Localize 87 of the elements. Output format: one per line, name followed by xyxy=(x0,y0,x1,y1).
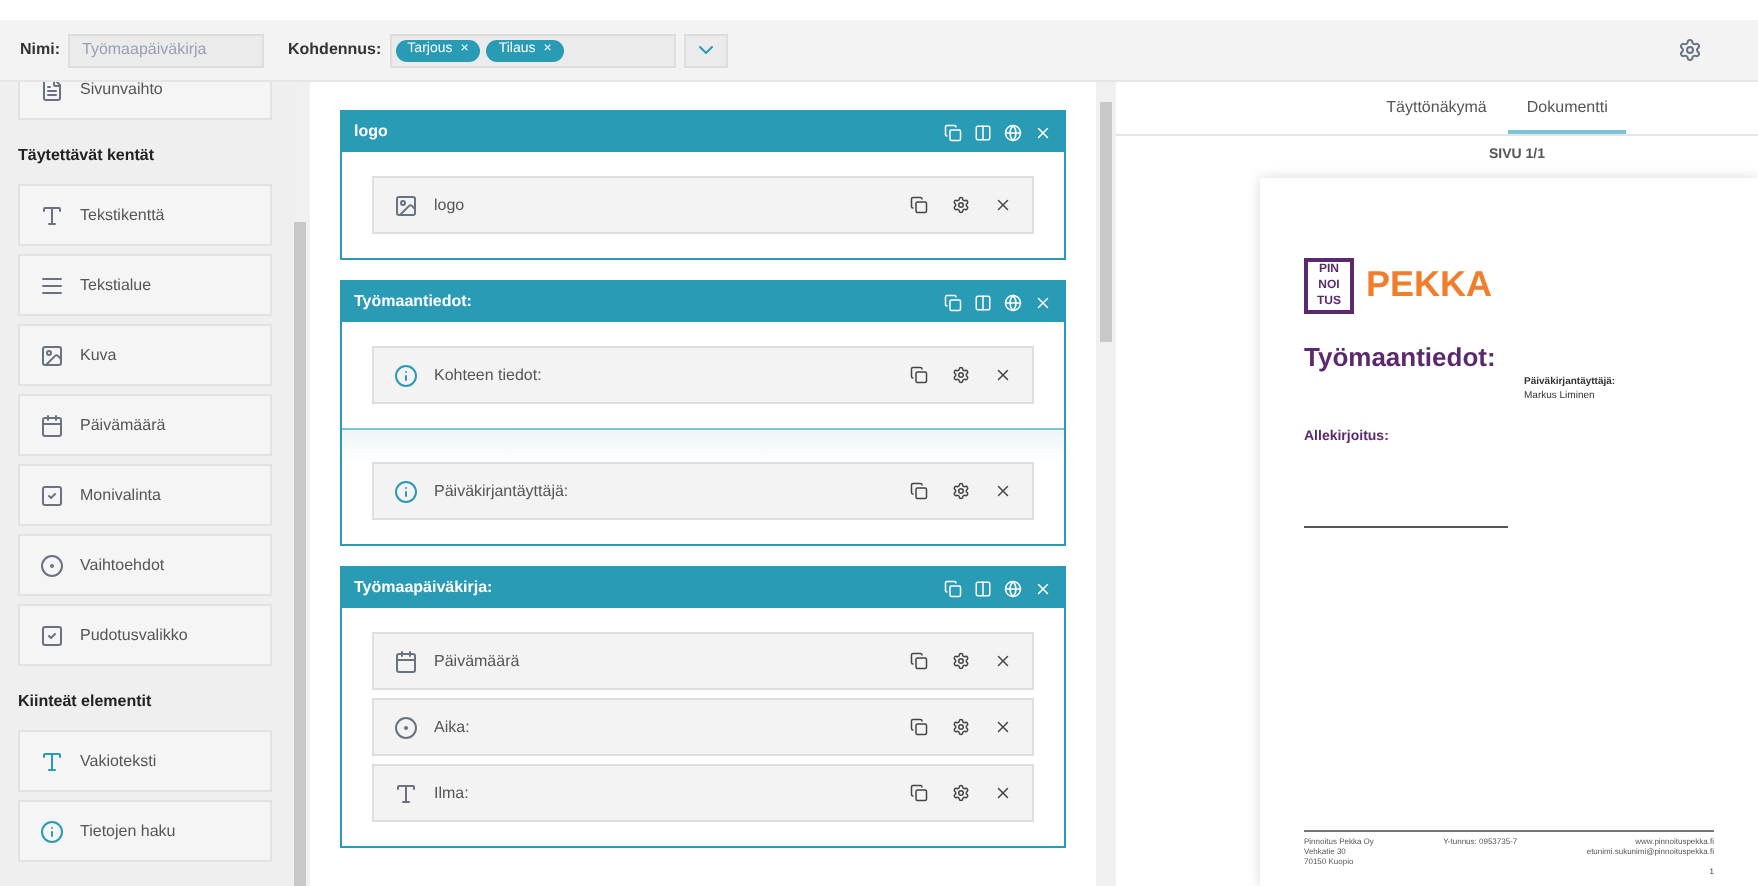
section-title: Työmaapäiväkirja: xyxy=(354,576,495,600)
text-icon xyxy=(40,203,64,227)
image-icon xyxy=(40,343,64,367)
field-row[interactable]: Aika: xyxy=(372,698,1034,756)
globe-icon[interactable] xyxy=(1004,579,1022,597)
columns-icon[interactable] xyxy=(974,293,992,311)
image-icon xyxy=(394,193,418,217)
field-type-item[interactable]: Tietojen haku xyxy=(18,800,272,862)
field-row[interactable]: Kohteen tiedot: xyxy=(372,346,1034,404)
field-row[interactable]: Ilma: xyxy=(372,764,1034,822)
field-type-item[interactable]: Sivunvaihto xyxy=(18,82,272,120)
logo-word: PEKKA xyxy=(1366,262,1493,308)
item-label: Kuva xyxy=(80,343,117,367)
item-label: Tietojen haku xyxy=(80,819,176,843)
item-label: Päivämäärä xyxy=(80,413,166,437)
field-type-item[interactable]: Vaihtoehdot xyxy=(18,534,272,596)
item-label: Pudotusvalikko xyxy=(80,623,188,647)
field-type-item[interactable]: Pudotusvalikko xyxy=(18,604,272,666)
field-type-item[interactable]: Kuva xyxy=(18,324,272,386)
dropdown-button[interactable] xyxy=(683,33,728,67)
info-icon xyxy=(40,819,64,843)
close-icon[interactable] xyxy=(994,196,1012,214)
section-title: logo xyxy=(354,120,390,144)
scrollbar[interactable] xyxy=(1096,82,1116,886)
item-label: Tekstikenttä xyxy=(80,203,165,227)
field-label: logo xyxy=(434,193,467,217)
calendar-icon xyxy=(40,413,64,437)
scrollbar[interactable] xyxy=(290,82,310,886)
name-label: Nimi: xyxy=(20,38,60,62)
globe-icon[interactable] xyxy=(1004,123,1022,141)
copy-icon[interactable] xyxy=(910,196,928,214)
settings-icon[interactable] xyxy=(952,652,970,670)
copy-icon[interactable] xyxy=(910,366,928,384)
item-label: Vakioteksti xyxy=(80,749,157,773)
close-icon[interactable] xyxy=(994,784,1012,802)
copy-icon[interactable] xyxy=(910,482,928,500)
view-tab[interactable]: Täyttönäkymä xyxy=(1368,86,1505,134)
item-label: Sivunvaihto xyxy=(80,82,163,101)
section-title: Työmaantiedot: xyxy=(354,290,474,314)
info-icon xyxy=(394,363,418,387)
checkbox-icon xyxy=(40,483,64,507)
calendar-icon xyxy=(394,649,418,673)
columns-icon[interactable] xyxy=(974,579,992,597)
item-label: Tekstialue xyxy=(80,273,152,297)
settings-icon[interactable] xyxy=(1678,38,1702,62)
field-type-item[interactable]: Tekstikenttä xyxy=(18,184,272,246)
lines-icon xyxy=(40,273,64,297)
copy-icon[interactable] xyxy=(910,784,928,802)
close-icon[interactable] xyxy=(994,366,1012,384)
close-icon[interactable] xyxy=(994,652,1012,670)
settings-icon[interactable] xyxy=(952,366,970,384)
field-type-item[interactable]: Monivalinta xyxy=(18,464,272,526)
info-icon xyxy=(394,479,418,503)
radio-icon xyxy=(40,553,64,577)
settings-icon[interactable] xyxy=(952,784,970,802)
field-row[interactable]: Päiväkirjantäyttäjä: xyxy=(372,462,1034,520)
settings-icon[interactable] xyxy=(952,196,970,214)
section-heading: Kiinteät elementit xyxy=(18,690,154,714)
view-tab[interactable]: Dokumentti xyxy=(1508,86,1626,134)
field-row[interactable]: logo xyxy=(372,176,1034,234)
close-icon[interactable] xyxy=(994,482,1012,500)
text-icon xyxy=(40,749,64,773)
field-row[interactable]: Päivämäärä xyxy=(372,632,1034,690)
field-label: Päiväkirjantäyttäjä: xyxy=(434,479,571,503)
target-label: Kohdennus: xyxy=(288,38,382,62)
field-label: Ilma: xyxy=(434,781,471,805)
radio-icon xyxy=(394,715,418,739)
field-type-item[interactable]: Vakioteksti xyxy=(18,730,272,792)
copy-icon[interactable] xyxy=(910,718,928,736)
globe-icon[interactable] xyxy=(1004,293,1022,311)
field-type-item[interactable]: Tekstialue xyxy=(18,254,272,316)
field-label: Päivämäärä xyxy=(434,649,522,673)
text-icon xyxy=(394,781,418,805)
settings-icon[interactable] xyxy=(952,482,970,500)
settings-icon[interactable] xyxy=(952,718,970,736)
document-heading: Työmaantiedot: xyxy=(1304,339,1498,376)
field-label: Aika: xyxy=(434,715,472,739)
section-heading: Täytettävät kentät xyxy=(18,144,157,168)
item-label: Vaihtoehdot xyxy=(80,553,165,577)
copy-icon[interactable] xyxy=(910,652,928,670)
item-label: Monivalinta xyxy=(80,483,161,507)
field-type-item[interactable]: Päivämäärä xyxy=(18,394,272,456)
page-icon xyxy=(40,82,64,101)
columns-icon[interactable] xyxy=(974,123,992,141)
field-label: Kohteen tiedot: xyxy=(434,363,544,387)
checkbox-icon xyxy=(40,623,64,647)
close-icon[interactable] xyxy=(994,718,1012,736)
